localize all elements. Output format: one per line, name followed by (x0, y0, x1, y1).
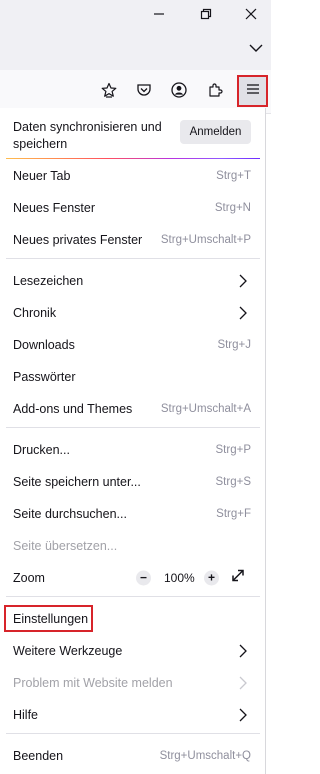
menu-item-label: Zoom (13, 571, 45, 585)
extensions-icon (207, 82, 223, 103)
menu-item-passwords[interactable]: Passwörter (0, 362, 266, 392)
menu-item-label: Neues Fenster (13, 201, 95, 215)
sync-divider (6, 158, 260, 159)
menu-item-label: Add-ons und Themes (13, 402, 133, 416)
list-all-tabs-button[interactable] (236, 34, 276, 62)
menu-item-label: Seite durchsuchen... (13, 507, 127, 521)
menu-item-zoom: Zoom − 100% + (0, 563, 266, 593)
sync-section: Daten synchronisieren und speichern Anme… (0, 108, 266, 158)
minimize-button[interactable] (139, 0, 179, 28)
pocket-button[interactable] (131, 79, 157, 105)
menu-item-addons-themes[interactable]: Add-ons und Themes Strg+Umschalt+A (0, 394, 266, 424)
menu-item-label: Neuer Tab (13, 169, 71, 183)
pocket-icon (136, 82, 152, 103)
settings-highlight-box (4, 605, 93, 632)
window-titlebar (0, 0, 271, 70)
menu-item-save-page[interactable]: Seite speichern unter... Strg+S (0, 467, 266, 497)
hamburger-menu-icon (246, 82, 260, 100)
menu-item-new-tab[interactable]: Neuer Tab Strg+T (0, 161, 266, 191)
zoom-out-button[interactable]: − (136, 570, 151, 586)
fullscreen-icon (230, 568, 246, 589)
menu-separator (6, 596, 260, 597)
menu-item-label: Drucken... (13, 443, 70, 457)
sign-in-button[interactable]: Anmelden (180, 120, 251, 144)
fullscreen-button[interactable] (230, 568, 246, 589)
menu-item-shortcut: Strg+J (217, 339, 251, 351)
menu-item-shortcut: Strg+Umschalt+Q (159, 750, 251, 762)
menu-item-label: Downloads (13, 338, 75, 352)
account-icon (171, 81, 187, 103)
sync-description: Daten synchronisieren und speichern (13, 120, 162, 151)
menu-item-downloads[interactable]: Downloads Strg+J (0, 330, 266, 360)
menu-item-label: Chronik (13, 306, 57, 320)
chevron-right-icon (238, 274, 248, 288)
menu-item-translate-page: Seite übersetzen... (0, 531, 266, 561)
chevron-right-icon (238, 676, 248, 690)
menu-item-new-window[interactable]: Neues Fenster Strg+N (0, 193, 266, 223)
menu-item-shortcut: Strg+P (215, 444, 251, 456)
menu-item-label: Neues privates Fenster (13, 233, 143, 247)
zoom-reset-button[interactable]: 100% (164, 571, 195, 585)
menu-item-bookmarks[interactable]: Lesezeichen (0, 266, 266, 296)
menu-item-help[interactable]: Hilfe (0, 700, 266, 730)
bookmark-star-icon (101, 82, 117, 103)
menu-item-print[interactable]: Drucken... Strg+P (0, 435, 266, 465)
zoom-level: 100% (164, 571, 195, 585)
menu-item-label: Passwörter (13, 370, 76, 384)
menu-item-label: Hilfe (13, 708, 39, 722)
menu-item-shortcut: Strg+F (216, 508, 251, 520)
menu-item-history[interactable]: Chronik (0, 298, 266, 328)
menu-item-shortcut: Strg+Umschalt+P (160, 234, 251, 246)
menu-item-quit[interactable]: Beenden Strg+Umschalt+Q (0, 741, 266, 771)
menu-item-report-site-issue: Problem mit Website melden (0, 668, 266, 698)
menu-item-shortcut: Strg+T (216, 170, 251, 182)
menu-separator (6, 258, 260, 259)
application-menu-panel: Daten synchronisieren und speichern Anme… (0, 108, 266, 774)
zoom-in-button[interactable]: + (204, 570, 219, 586)
chevron-right-icon (238, 306, 248, 320)
menu-item-label: Seite speichern unter... (13, 475, 141, 489)
menu-item-more-tools[interactable]: Weitere Werkzeuge (0, 636, 266, 666)
menu-item-find-in-page[interactable]: Seite durchsuchen... Strg+F (0, 499, 266, 529)
restore-icon (200, 8, 212, 20)
bookmark-star-button[interactable] (96, 79, 122, 105)
minimize-icon (153, 8, 165, 20)
restore-button[interactable] (186, 0, 226, 28)
menu-item-label: Weitere Werkzeuge (13, 644, 123, 658)
menu-item-shortcut: Strg+Umschalt+A (160, 403, 251, 415)
menu-item-new-private-window[interactable]: Neues privates Fenster Strg+Umschalt+P (0, 225, 266, 255)
chevron-right-icon (238, 708, 248, 722)
chevron-down-icon (249, 43, 263, 53)
menu-item-label: Problem mit Website melden (13, 676, 173, 690)
zoom-in-icon: + (204, 570, 219, 586)
account-button[interactable] (166, 79, 192, 105)
menu-separator (6, 733, 260, 734)
menu-item-label: Beenden (13, 749, 64, 763)
zoom-out-icon: − (136, 570, 151, 586)
menu-separator (6, 427, 260, 428)
menu-item-shortcut: Strg+S (215, 476, 251, 488)
chevron-right-icon (238, 644, 248, 658)
close-window-button[interactable] (231, 0, 271, 28)
menu-item-label: Seite übersetzen... (13, 539, 118, 553)
extensions-button[interactable] (202, 79, 228, 105)
close-icon (245, 8, 257, 20)
menu-item-label: Lesezeichen (13, 274, 84, 288)
open-application-menu-button[interactable] (237, 75, 268, 107)
menu-item-shortcut: Strg+N (214, 202, 251, 214)
